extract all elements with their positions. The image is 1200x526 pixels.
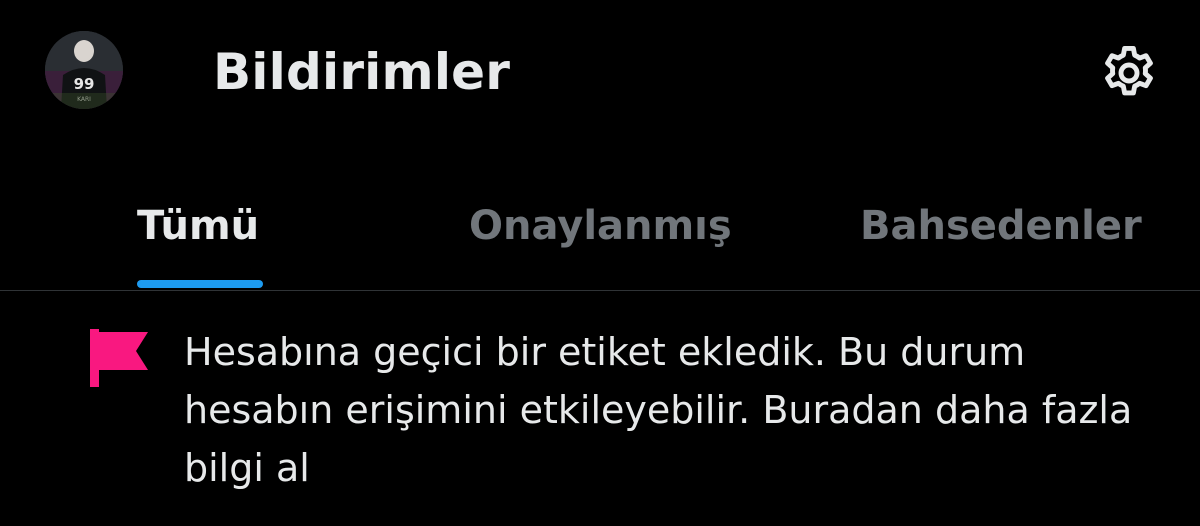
tab-all-label: Tümü <box>137 203 260 249</box>
avatar-image: 99 KARI <box>45 31 123 109</box>
notification-text: Hesabına geçici bir etiket ekledik. Bu d… <box>184 330 1133 490</box>
tab-bar: Tümü Onaylanmış Bahsedenler <box>0 180 1200 290</box>
tab-all[interactable]: Tümü <box>100 180 300 290</box>
active-tab-indicator <box>137 280 263 288</box>
svg-text:99: 99 <box>74 75 95 93</box>
settings-button[interactable] <box>1094 38 1164 108</box>
tab-mentions-label: Bahsedenler <box>860 203 1142 249</box>
notifications-page: 99 KARI Bildirimler Tümü Onaylanmış Bahs… <box>0 0 1200 526</box>
tab-verified[interactable]: Onaylanmış <box>440 180 760 290</box>
header: 99 KARI Bildirimler <box>0 0 1200 150</box>
page-title: Bildirimler <box>213 43 511 101</box>
tab-mentions[interactable]: Bahsedenler <box>840 180 1180 290</box>
notification-item[interactable]: Hesabına geçici bir etiket ekledik. Bu d… <box>0 291 1200 526</box>
flag-icon <box>90 329 148 387</box>
tab-verified-label: Onaylanmış <box>469 203 732 249</box>
gear-icon <box>1105 46 1153 96</box>
avatar[interactable]: 99 KARI <box>45 31 123 109</box>
